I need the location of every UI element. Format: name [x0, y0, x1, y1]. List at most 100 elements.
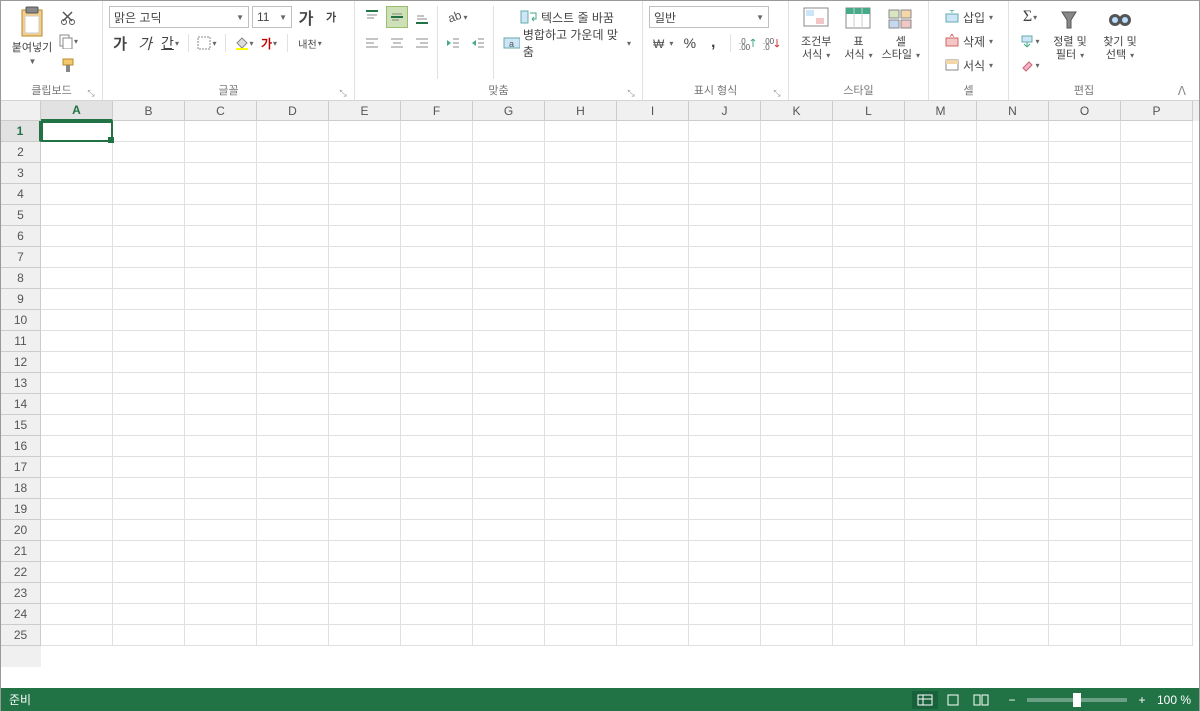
- cell[interactable]: [185, 142, 257, 163]
- cell[interactable]: [113, 541, 185, 562]
- cell[interactable]: [329, 310, 401, 331]
- cell[interactable]: [185, 415, 257, 436]
- cell[interactable]: [401, 541, 473, 562]
- cell[interactable]: [1121, 205, 1193, 226]
- cell[interactable]: [473, 415, 545, 436]
- cell[interactable]: [329, 562, 401, 583]
- cell[interactable]: [905, 436, 977, 457]
- cell[interactable]: [545, 247, 617, 268]
- copy-button[interactable]: ▾: [57, 30, 79, 52]
- wrap-text-button[interactable]: 텍스트 줄 바꿈: [498, 6, 636, 28]
- cell[interactable]: [41, 499, 113, 520]
- cell[interactable]: [401, 583, 473, 604]
- cell[interactable]: [473, 625, 545, 646]
- cell[interactable]: [257, 604, 329, 625]
- cell[interactable]: [41, 583, 113, 604]
- cell[interactable]: [977, 226, 1049, 247]
- cell[interactable]: [905, 394, 977, 415]
- cell[interactable]: [977, 394, 1049, 415]
- row-header-8[interactable]: 8: [1, 268, 41, 289]
- cell[interactable]: [617, 583, 689, 604]
- cell[interactable]: [257, 205, 329, 226]
- cell[interactable]: [689, 163, 761, 184]
- cell[interactable]: [761, 478, 833, 499]
- align-top-button[interactable]: [361, 6, 383, 28]
- cell[interactable]: [113, 352, 185, 373]
- cell[interactable]: [977, 268, 1049, 289]
- cell[interactable]: [1049, 247, 1121, 268]
- cell[interactable]: [833, 268, 905, 289]
- col-header-N[interactable]: N: [977, 101, 1049, 121]
- cell[interactable]: [1049, 184, 1121, 205]
- align-center-button[interactable]: [386, 32, 408, 54]
- cell[interactable]: [185, 562, 257, 583]
- dialog-launcher-icon[interactable]: ⤡: [772, 88, 782, 98]
- row-header-6[interactable]: 6: [1, 226, 41, 247]
- cell[interactable]: [833, 541, 905, 562]
- cell[interactable]: [689, 310, 761, 331]
- row-header-9[interactable]: 9: [1, 289, 41, 310]
- cell[interactable]: [1049, 394, 1121, 415]
- cell[interactable]: [185, 373, 257, 394]
- cell[interactable]: [257, 247, 329, 268]
- cell[interactable]: [545, 478, 617, 499]
- cell[interactable]: [833, 247, 905, 268]
- cell[interactable]: [1049, 541, 1121, 562]
- cell[interactable]: [257, 310, 329, 331]
- row-header-1[interactable]: 1: [1, 121, 41, 142]
- cell[interactable]: [905, 583, 977, 604]
- cell[interactable]: [41, 247, 113, 268]
- cell[interactable]: [761, 142, 833, 163]
- cell[interactable]: [473, 310, 545, 331]
- cell[interactable]: [905, 121, 977, 142]
- cell[interactable]: [473, 478, 545, 499]
- cell[interactable]: [905, 457, 977, 478]
- cell[interactable]: [1049, 331, 1121, 352]
- cell[interactable]: [761, 247, 833, 268]
- cell[interactable]: [1121, 184, 1193, 205]
- cell[interactable]: [329, 625, 401, 646]
- cell[interactable]: [113, 205, 185, 226]
- col-header-F[interactable]: F: [401, 101, 473, 121]
- cell[interactable]: [833, 142, 905, 163]
- cell[interactable]: [689, 394, 761, 415]
- cell[interactable]: [473, 352, 545, 373]
- zoom-thumb[interactable]: [1073, 693, 1081, 707]
- cell[interactable]: [977, 541, 1049, 562]
- cell[interactable]: [761, 520, 833, 541]
- zoom-level[interactable]: 100 %: [1157, 693, 1191, 707]
- row-header-11[interactable]: 11: [1, 331, 41, 352]
- row-header-13[interactable]: 13: [1, 373, 41, 394]
- cell[interactable]: [185, 205, 257, 226]
- cell[interactable]: [977, 415, 1049, 436]
- cell[interactable]: [1049, 499, 1121, 520]
- col-header-A[interactable]: A: [41, 101, 113, 121]
- align-middle-button[interactable]: [386, 6, 408, 28]
- cell[interactable]: [41, 352, 113, 373]
- cell[interactable]: [761, 583, 833, 604]
- align-left-button[interactable]: [361, 32, 383, 54]
- cell[interactable]: [473, 289, 545, 310]
- cell[interactable]: [617, 247, 689, 268]
- row-header-16[interactable]: 16: [1, 436, 41, 457]
- underline-button[interactable]: 간▾: [159, 32, 181, 54]
- italic-button[interactable]: 가: [134, 32, 156, 54]
- cell[interactable]: [1121, 499, 1193, 520]
- cell[interactable]: [113, 163, 185, 184]
- cell[interactable]: [545, 394, 617, 415]
- cell[interactable]: [545, 541, 617, 562]
- cell[interactable]: [1049, 562, 1121, 583]
- fill-color-button[interactable]: ▾: [233, 32, 255, 54]
- cell[interactable]: [257, 583, 329, 604]
- cell[interactable]: [689, 352, 761, 373]
- cell[interactable]: [977, 331, 1049, 352]
- cell[interactable]: [1121, 520, 1193, 541]
- cell[interactable]: [1121, 310, 1193, 331]
- cell[interactable]: [977, 436, 1049, 457]
- cell[interactable]: [473, 373, 545, 394]
- cell[interactable]: [401, 163, 473, 184]
- cell[interactable]: [545, 520, 617, 541]
- cell[interactable]: [833, 373, 905, 394]
- cell[interactable]: [41, 184, 113, 205]
- cell[interactable]: [41, 142, 113, 163]
